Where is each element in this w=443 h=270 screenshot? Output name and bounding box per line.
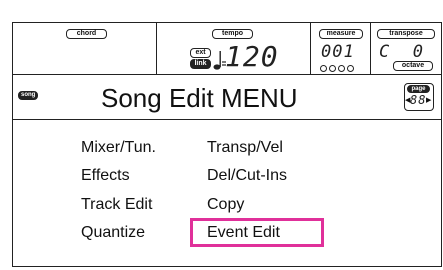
transpose-value: C 0	[379, 42, 424, 62]
page-indicator: page 88 ◀ ▶	[404, 83, 434, 111]
header-divider	[13, 74, 441, 75]
menu-item-effects[interactable]: Effects	[81, 167, 130, 185]
beat-indicator	[320, 65, 327, 72]
menu-item-transp-vel[interactable]: Transp/Vel	[207, 139, 283, 157]
page-right-arrow-icon: ▶	[426, 97, 432, 104]
page-value: 88	[410, 93, 427, 107]
page-label: page	[407, 85, 430, 93]
tempo-link-badge: link	[190, 59, 211, 69]
tempo-ext-badge: ext	[190, 48, 211, 58]
lcd-display: chord tempo ext link 120 measure 001 tra…	[12, 22, 442, 267]
title-divider	[13, 119, 441, 120]
measure-value: 001	[321, 42, 355, 62]
beat-indicator	[338, 65, 345, 72]
measure-label: measure	[319, 29, 363, 39]
menu-item-mixer-tun[interactable]: Mixer/Tun.	[81, 139, 156, 157]
page-title: Song Edit MENU	[101, 83, 298, 113]
menu-item-track-edit[interactable]: Track Edit	[81, 196, 152, 214]
octave-label: octave	[393, 61, 433, 71]
divider-chord-tempo	[156, 23, 157, 74]
menu-item-del-cut-ins[interactable]: Del/Cut-Ins	[207, 167, 287, 185]
beat-indicator	[347, 65, 354, 72]
page-left-arrow-icon: ◀	[405, 97, 411, 104]
tempo-value: 120	[225, 40, 279, 73]
tempo-label: tempo	[212, 29, 253, 39]
song-mode-badge: song	[18, 91, 38, 100]
chord-label: chord	[66, 29, 107, 39]
menu-item-quantize[interactable]: Quantize	[81, 224, 145, 242]
divider-measure-transpose	[370, 23, 371, 74]
note-icon	[212, 48, 226, 72]
beat-indicator	[329, 65, 336, 72]
menu-item-copy[interactable]: Copy	[207, 196, 244, 214]
event-edit-highlight	[190, 218, 324, 247]
divider-tempo-measure	[310, 23, 311, 74]
transpose-label: transpose	[377, 29, 435, 39]
